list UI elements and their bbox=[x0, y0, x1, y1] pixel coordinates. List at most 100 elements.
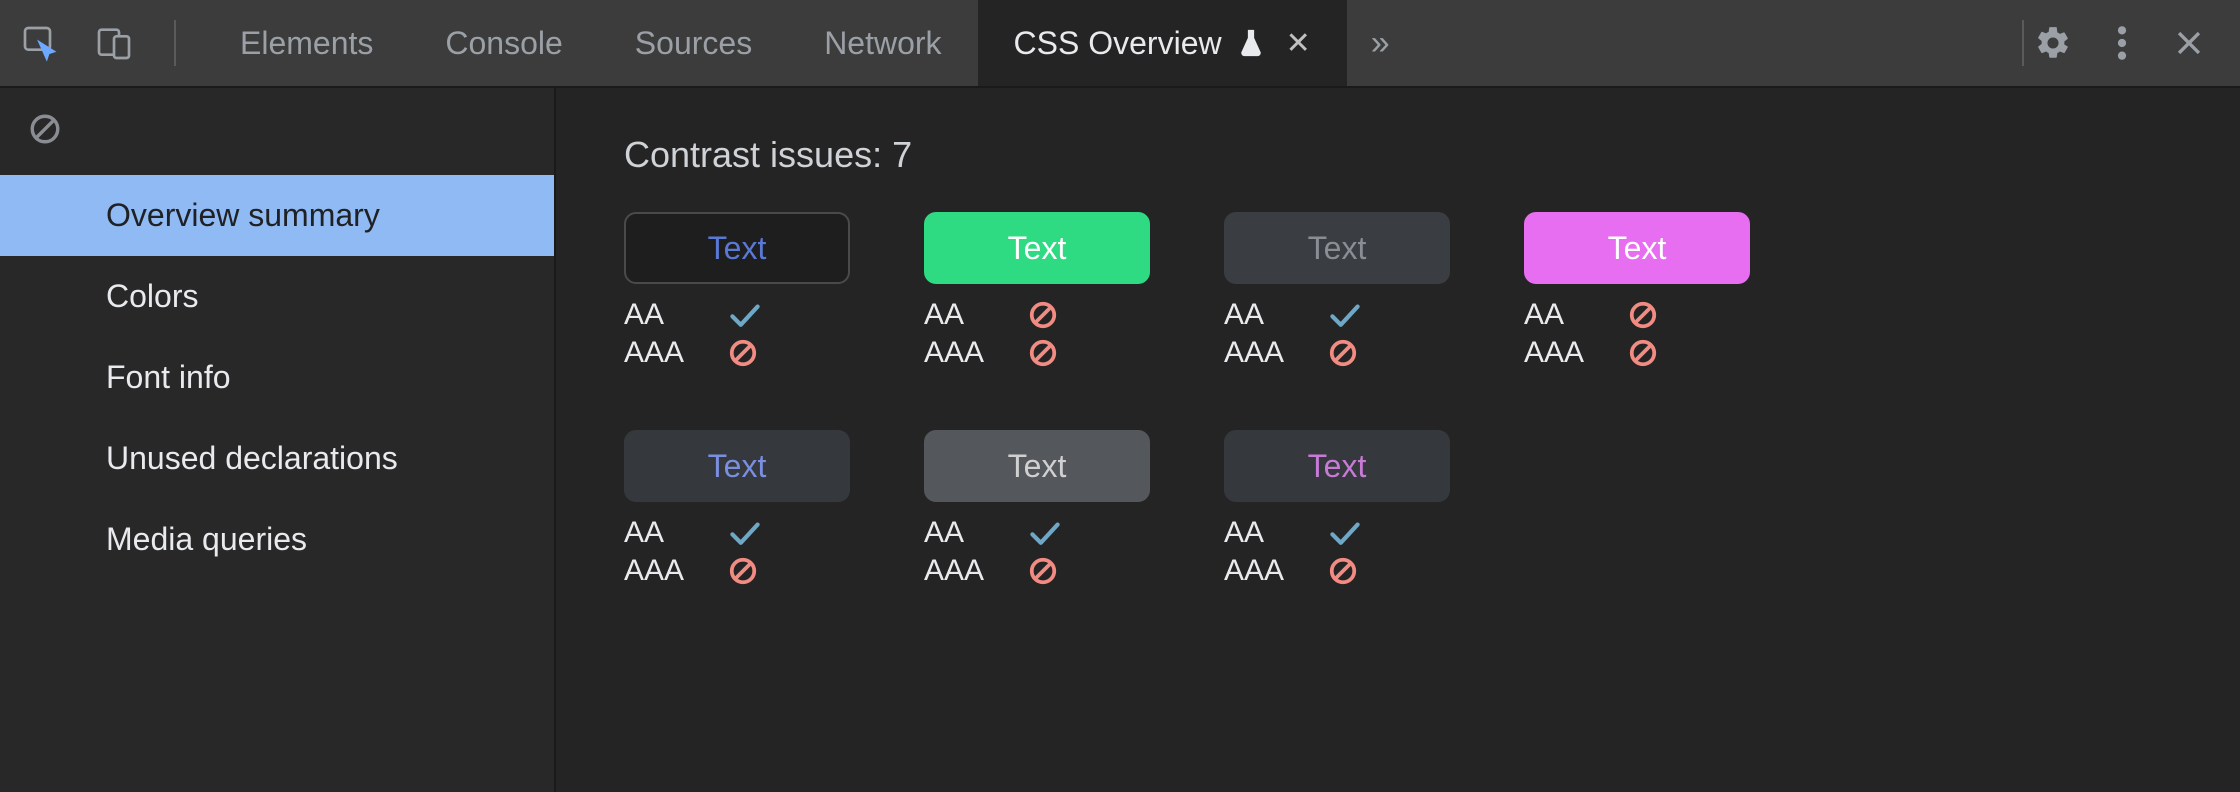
rating-aa-label: AA bbox=[1224, 516, 1300, 550]
contrast-swatch[interactable]: Text bbox=[624, 212, 850, 284]
rating-row-aa: AA bbox=[924, 516, 1062, 550]
settings-gear-icon[interactable] bbox=[2034, 24, 2072, 62]
tab-console[interactable]: Console bbox=[409, 0, 598, 86]
sidebar-item-label: Overview summary bbox=[106, 197, 380, 233]
contrast-swatch-block: TextAAAAA bbox=[924, 430, 1150, 588]
rating-row-aa: AA bbox=[624, 298, 762, 332]
panel-tabs: Elements Console Sources Network CSS Ove… bbox=[204, 0, 1347, 86]
rating-row-aa: AA bbox=[1224, 298, 1362, 332]
rating-row-aaa: AAA bbox=[1224, 336, 1362, 370]
rating-aa-label: AA bbox=[924, 298, 1000, 332]
check-icon bbox=[1328, 519, 1362, 547]
contrast-swatch[interactable]: Text bbox=[1224, 212, 1450, 284]
no-sign-icon bbox=[1028, 556, 1058, 586]
sidebar-item-label: Font info bbox=[106, 359, 231, 395]
sidebar-item-media-queries[interactable]: Media queries bbox=[0, 499, 554, 580]
rating-aaa-label: AAA bbox=[1524, 336, 1600, 370]
sidebar-item-unused-declarations[interactable]: Unused declarations bbox=[0, 418, 554, 499]
rating-aaa-label: AAA bbox=[624, 554, 700, 588]
experimental-flask-icon bbox=[1238, 28, 1264, 58]
contrast-swatch-block: TextAAAAA bbox=[624, 212, 850, 370]
tab-label: CSS Overview bbox=[1014, 25, 1222, 62]
no-sign-icon bbox=[1028, 338, 1058, 368]
no-sign-icon bbox=[1628, 300, 1658, 330]
clear-overview-icon[interactable] bbox=[28, 112, 62, 146]
check-icon bbox=[728, 519, 762, 547]
topbar-left-icons bbox=[20, 23, 164, 63]
no-sign-icon bbox=[1328, 556, 1358, 586]
check-icon bbox=[728, 301, 762, 329]
contrast-ratings: AAAAA bbox=[624, 298, 762, 370]
rating-row-aaa: AAA bbox=[624, 554, 762, 588]
no-sign-icon bbox=[1028, 300, 1058, 330]
tab-label: Sources bbox=[635, 25, 752, 62]
tab-network[interactable]: Network bbox=[788, 0, 977, 86]
contrast-swatch-block: TextAAAAA bbox=[1224, 430, 1450, 588]
tab-label: Network bbox=[824, 25, 941, 62]
contrast-ratings: AAAAA bbox=[924, 298, 1058, 370]
contrast-swatch-grid: TextAAAAATextAAAAATextAAAAATextAAAAAText… bbox=[624, 212, 1924, 588]
close-devtools-icon[interactable] bbox=[2172, 26, 2206, 60]
tab-elements[interactable]: Elements bbox=[204, 0, 409, 86]
contrast-issues-title: Contrast issues: 7 bbox=[624, 134, 2172, 176]
contrast-swatch[interactable]: Text bbox=[924, 212, 1150, 284]
tab-label: Console bbox=[445, 25, 562, 62]
rating-row-aa: AA bbox=[624, 516, 762, 550]
no-sign-icon bbox=[1328, 338, 1358, 368]
rating-aa-label: AA bbox=[624, 516, 700, 550]
sidebar-item-colors[interactable]: Colors bbox=[0, 256, 554, 337]
contrast-swatch-block: TextAAAAA bbox=[1524, 212, 1750, 370]
more-tabs-button[interactable]: » bbox=[1371, 24, 1384, 63]
rating-aa-label: AA bbox=[924, 516, 1000, 550]
rating-aaa-label: AAA bbox=[924, 554, 1000, 588]
rating-row-aaa: AAA bbox=[1524, 336, 1658, 370]
divider bbox=[174, 20, 176, 66]
contrast-ratings: AAAAA bbox=[1224, 298, 1362, 370]
devtools-topbar: Elements Console Sources Network CSS Ove… bbox=[0, 0, 2240, 88]
contrast-swatch-block: TextAAAAA bbox=[624, 430, 850, 588]
contrast-swatch[interactable]: Text bbox=[924, 430, 1150, 502]
rating-row-aa: AA bbox=[1224, 516, 1362, 550]
sidebar-item-font-info[interactable]: Font info bbox=[0, 337, 554, 418]
sidebar-item-label: Unused declarations bbox=[106, 440, 398, 476]
divider bbox=[2022, 20, 2024, 66]
main-area: Overview summary Colors Font info Unused… bbox=[0, 88, 2240, 792]
tab-sources[interactable]: Sources bbox=[599, 0, 788, 86]
rating-row-aaa: AAA bbox=[924, 336, 1058, 370]
rating-aa-label: AA bbox=[624, 298, 700, 332]
rating-aaa-label: AAA bbox=[1224, 554, 1300, 588]
rating-row-aaa: AAA bbox=[1224, 554, 1362, 588]
sidebar-item-label: Colors bbox=[106, 278, 198, 314]
inspect-element-icon[interactable] bbox=[20, 23, 60, 63]
contrast-ratings: AAAAA bbox=[1224, 516, 1362, 588]
rating-aaa-label: AAA bbox=[1224, 336, 1300, 370]
topbar-right-icons bbox=[2034, 24, 2220, 62]
contrast-ratings: AAAAA bbox=[624, 516, 762, 588]
kebab-menu-icon[interactable] bbox=[2116, 24, 2128, 62]
sidebar-item-label: Media queries bbox=[106, 521, 307, 557]
tab-css-overview[interactable]: CSS Overview ✕ bbox=[978, 0, 1347, 86]
rating-row-aa: AA bbox=[1524, 298, 1658, 332]
css-overview-content: Contrast issues: 7 TextAAAAATextAAAAATex… bbox=[556, 88, 2240, 792]
rating-aa-label: AA bbox=[1524, 298, 1600, 332]
no-sign-icon bbox=[1628, 338, 1658, 368]
contrast-ratings: AAAAA bbox=[1524, 298, 1658, 370]
tab-label: Elements bbox=[240, 25, 373, 62]
sidebar-item-overview-summary[interactable]: Overview summary bbox=[0, 175, 554, 256]
contrast-swatch-block: TextAAAAA bbox=[1224, 212, 1450, 370]
contrast-swatch[interactable]: Text bbox=[624, 430, 850, 502]
contrast-swatch-block: TextAAAAA bbox=[924, 212, 1150, 370]
contrast-swatch[interactable]: Text bbox=[1224, 430, 1450, 502]
close-tab-icon[interactable]: ✕ bbox=[1286, 26, 1311, 61]
rating-aaa-label: AAA bbox=[624, 336, 700, 370]
rating-aaa-label: AAA bbox=[924, 336, 1000, 370]
rating-aa-label: AA bbox=[1224, 298, 1300, 332]
rating-row-aaa: AAA bbox=[624, 336, 762, 370]
css-overview-sidebar: Overview summary Colors Font info Unused… bbox=[0, 88, 556, 792]
device-toggle-icon[interactable] bbox=[94, 23, 134, 63]
contrast-swatch[interactable]: Text bbox=[1524, 212, 1750, 284]
check-icon bbox=[1028, 519, 1062, 547]
contrast-ratings: AAAAA bbox=[924, 516, 1062, 588]
rating-row-aa: AA bbox=[924, 298, 1058, 332]
rating-row-aaa: AAA bbox=[924, 554, 1062, 588]
